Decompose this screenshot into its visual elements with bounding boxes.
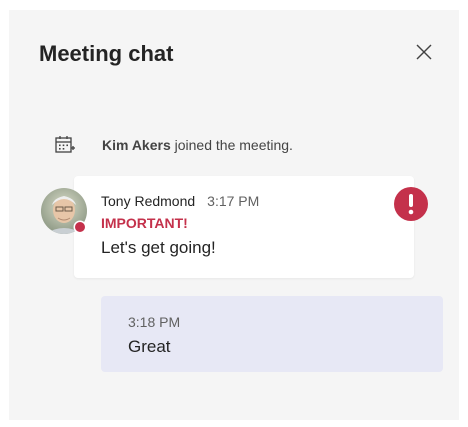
system-join-message: Kim Akers joined the meeting. <box>54 134 293 156</box>
message-time: 3:17 PM <box>207 193 260 209</box>
message-text: Great <box>128 337 171 356</box>
meeting-chat-panel: Meeting chat Kim Akers joined the meetin… <box>9 10 459 420</box>
exclamation-icon <box>393 186 429 222</box>
calendar-add-icon <box>54 134 76 156</box>
message-time: 3:18 PM <box>128 314 181 330</box>
panel-title: Meeting chat <box>39 41 174 66</box>
message-header: Tony Redmond 3:17 PM <box>101 193 259 209</box>
important-flag: IMPORTANT! <box>101 215 188 231</box>
message-text: Let's get going! <box>101 238 216 257</box>
close-icon[interactable] <box>413 41 435 63</box>
chat-message-own[interactable]: 3:18 PM Great <box>101 296 443 372</box>
joined-text: joined the meeting. <box>174 137 293 153</box>
system-message-text: Kim Akers joined the meeting. <box>102 137 293 153</box>
joined-user-name: Kim Akers <box>102 137 171 153</box>
sender-name: Tony Redmond <box>101 193 196 209</box>
avatar[interactable] <box>41 188 87 234</box>
chat-message-important[interactable]: Tony Redmond 3:17 PM IMPORTANT! Let's get… <box>74 176 414 278</box>
status-badge <box>73 220 87 234</box>
